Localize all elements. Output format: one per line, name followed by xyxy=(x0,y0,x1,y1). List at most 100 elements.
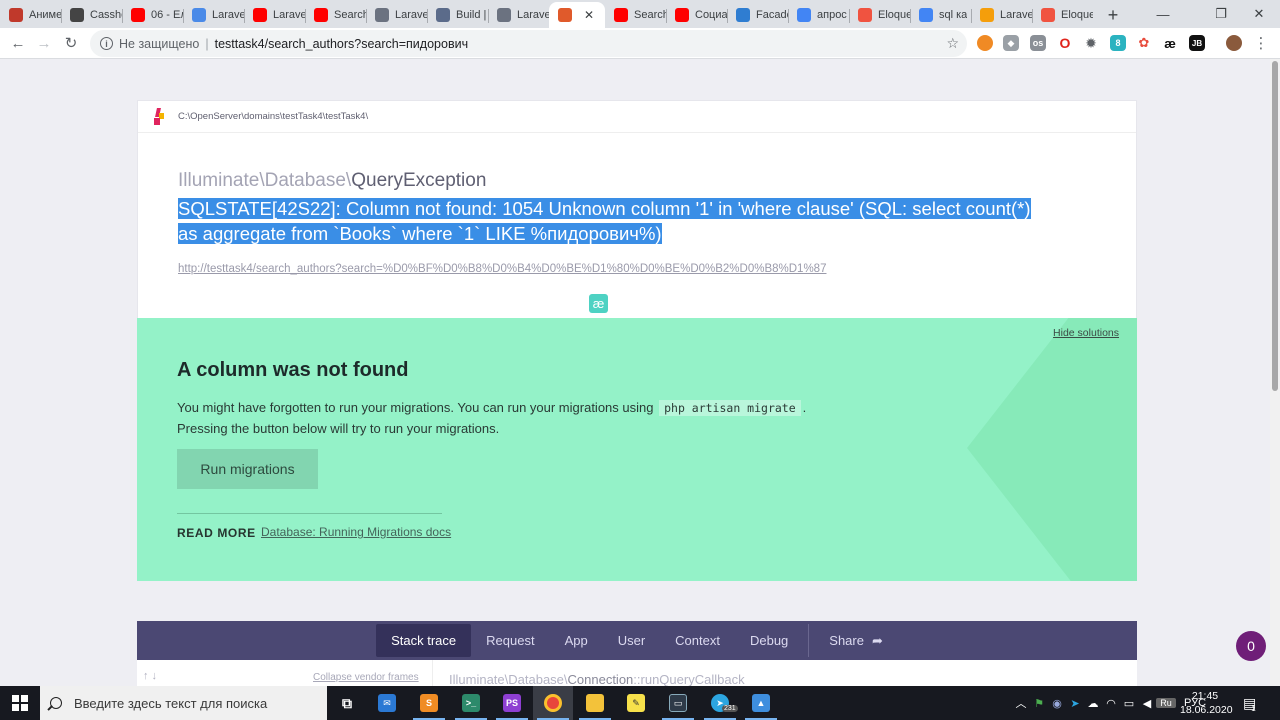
browser-tab[interactable]: Search xyxy=(605,2,666,28)
tab-app[interactable]: App xyxy=(550,624,603,657)
notifications-fab[interactable]: 0 xyxy=(1236,631,1266,661)
close-window-button[interactable]: ✕ xyxy=(1236,0,1280,28)
wifi-icon[interactable]: ◠ xyxy=(1102,697,1120,710)
solution-description: You might have forgotten to run your mig… xyxy=(177,398,806,438)
browser-tab[interactable]: апрос xyxy=(788,2,849,28)
youtube-icon xyxy=(253,8,267,22)
tab-debug[interactable]: Debug xyxy=(735,624,803,657)
scrollbar-thumb[interactable] xyxy=(1272,61,1278,391)
browser-tab[interactable]: Search xyxy=(305,2,366,28)
browser-tab[interactable]: Социа xyxy=(666,2,727,28)
collapse-vendor-frames-link[interactable]: Collapse vendor frames xyxy=(313,672,419,683)
back-icon[interactable]: ← xyxy=(7,32,29,54)
clock-date: 18.06.2020 xyxy=(1180,704,1233,716)
url-text[interactable]: testtask4/search_authors?search=пидорови… xyxy=(215,37,468,51)
close-tab-icon[interactable]: ✕ xyxy=(584,8,594,22)
new-tab-button[interactable]: + xyxy=(1099,2,1127,28)
browser-tab[interactable]: 06 - Ел xyxy=(122,2,183,28)
tray-flag-icon[interactable]: ⚑ xyxy=(1030,697,1048,710)
telegram-badge: 231 xyxy=(722,705,738,712)
browser-tab[interactable]: Laravel xyxy=(366,2,427,28)
language-switch-icon[interactable]: Ru xyxy=(1156,698,1176,708)
tray-expand-icon[interactable]: ︿ xyxy=(1012,695,1030,711)
browser-tab-title: апрос xyxy=(817,9,847,21)
browser-tab[interactable]: Eloque xyxy=(849,2,910,28)
battery-icon[interactable]: ▭ xyxy=(1120,697,1138,710)
phpstorm-icon[interactable]: PS xyxy=(492,686,532,720)
stack-divider xyxy=(432,660,433,686)
solution-decoration xyxy=(967,318,1137,581)
system-tray: ︿ ⚑ ◉ ➤ ☁ ◠ ▭ ◀ Ru РУС xyxy=(1012,686,1207,720)
request-url-link[interactable]: http://testtask4/search_authors?search=%… xyxy=(178,263,826,275)
browser-toolbar: ← → ↻ i Не защищено | testtask4/search_a… xyxy=(0,28,1280,59)
globe-icon xyxy=(497,8,511,22)
taskbar-clock[interactable]: 21:45 18.06.2020 xyxy=(1180,689,1233,717)
tab-request[interactable]: Request xyxy=(471,624,549,657)
browser-tab-title: Build | xyxy=(456,9,487,21)
file-explorer-icon[interactable] xyxy=(575,686,615,720)
extension-jb-icon[interactable]: JB xyxy=(1189,35,1205,51)
profile-avatar[interactable] xyxy=(1226,35,1242,51)
browser-tab-strip: Аниме Casshe 06 - Ел Laravel Laravel Search La… xyxy=(0,0,1280,28)
casshern-icon xyxy=(70,8,84,22)
mail-app-icon[interactable]: ✉ xyxy=(367,686,407,720)
task-view-icon[interactable]: ⧉ xyxy=(327,686,367,720)
tabs-divider xyxy=(808,624,810,657)
bookmark-star-icon[interactable]: ☆ xyxy=(946,35,959,52)
sticky-notes-icon[interactable]: ✎ xyxy=(616,686,656,720)
extension-counter-icon[interactable]: 8 xyxy=(1110,35,1126,51)
tab-context[interactable]: Context xyxy=(660,624,735,657)
extension-ae-icon[interactable]: æ xyxy=(1162,35,1178,51)
browser-tab[interactable]: Facade xyxy=(727,2,788,28)
browser-tab[interactable]: Casshe xyxy=(61,2,122,28)
browser-tab[interactable]: Larave xyxy=(971,2,1032,28)
minimize-button[interactable]: — xyxy=(1140,0,1186,28)
browser-tab[interactable]: Build | xyxy=(427,2,488,28)
tab-user[interactable]: User xyxy=(603,624,660,657)
tab-stack-trace[interactable]: Stack trace xyxy=(376,624,472,657)
browser-tab[interactable]: ✕ xyxy=(549,2,605,28)
windows-taskbar: Введите здесь текст для поиска ⧉ ✉ S >_ … xyxy=(0,686,1280,720)
browser-tab-title: Search xyxy=(334,9,366,21)
browser-tab[interactable]: Аниме xyxy=(0,2,61,28)
share-button[interactable]: Share ➦ xyxy=(814,624,898,657)
tray-cloud-icon[interactable]: ☁ xyxy=(1084,697,1102,710)
reload-icon[interactable]: ↻ xyxy=(60,32,82,54)
info-icon[interactable]: i xyxy=(100,37,113,50)
laravel-icon xyxy=(858,8,872,22)
browser-tab-title: Eloque xyxy=(1061,9,1093,21)
taskbar-search-box[interactable]: Введите здесь текст для поиска xyxy=(40,686,327,720)
forward-icon[interactable]: → xyxy=(33,32,55,54)
stack-frame-title[interactable]: Illuminate\Database\Connection::runQuery… xyxy=(449,672,745,686)
extension-flower-icon[interactable]: ✿ xyxy=(1136,35,1152,51)
address-bar[interactable]: i Не защищено | testtask4/search_authors… xyxy=(90,30,967,57)
tray-app-icon[interactable]: ◉ xyxy=(1048,697,1066,710)
run-migrations-button[interactable]: Run migrations xyxy=(177,449,318,489)
extension-shield-icon[interactable]: ◆ xyxy=(1003,35,1019,51)
browser-tab[interactable]: Laravel xyxy=(488,2,549,28)
migrations-docs-link[interactable]: Database: Running Migrations docs xyxy=(261,525,451,539)
photos-app-icon[interactable]: ▲ xyxy=(741,686,781,720)
sublime-text-icon[interactable]: S xyxy=(409,686,449,720)
page-scrollbar[interactable] xyxy=(1270,59,1280,686)
terminal-app-icon[interactable]: >_ xyxy=(451,686,491,720)
tray-telegram-icon[interactable]: ➤ xyxy=(1066,697,1084,710)
opera-icon[interactable]: O xyxy=(1057,35,1073,51)
virtual-machine-icon[interactable]: ▭ xyxy=(658,686,698,720)
action-center-icon[interactable]: ▤ 1 xyxy=(1243,686,1256,720)
frame-nav-arrows-icon[interactable]: ↑ ↓ xyxy=(143,670,157,682)
browser-tab[interactable]: sql ка xyxy=(910,2,971,28)
volume-icon[interactable]: ◀ xyxy=(1138,697,1156,710)
chrome-icon[interactable] xyxy=(533,686,573,720)
windows-start-icon[interactable] xyxy=(12,695,28,711)
hide-solutions-link[interactable]: Hide solutions xyxy=(1053,327,1119,339)
extension-os-icon[interactable]: os xyxy=(1030,35,1046,51)
extension-gear-icon[interactable]: ✹ xyxy=(1083,35,1099,51)
browser-tab[interactable]: Laravel xyxy=(244,2,305,28)
browser-tab-title: Laravel xyxy=(517,9,549,21)
browser-tab[interactable]: Eloque xyxy=(1032,2,1093,28)
telegram-icon[interactable]: ➤ 231 xyxy=(700,686,740,720)
browser-menu-icon[interactable]: ⋮ xyxy=(1250,32,1272,54)
browser-tab[interactable]: Laravel xyxy=(183,2,244,28)
extension-basketball-icon[interactable] xyxy=(977,35,993,51)
